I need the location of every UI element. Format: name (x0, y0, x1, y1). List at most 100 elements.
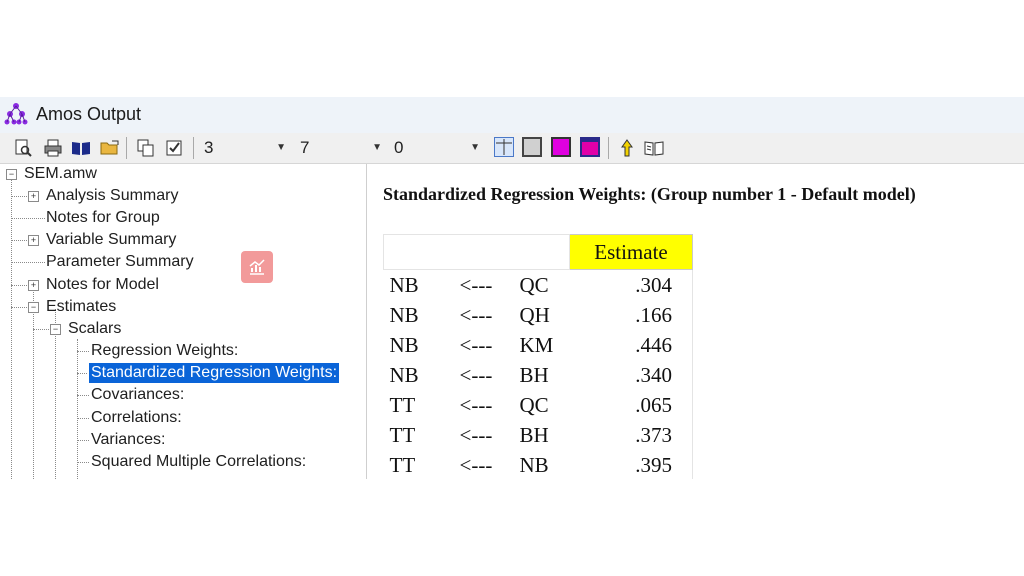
decimals-combo[interactable]: 3 ▼ (196, 136, 292, 160)
tree-connector (77, 462, 89, 463)
checkbox-icon[interactable] (163, 137, 185, 159)
tree-item-covariances[interactable]: Covariances: (91, 385, 184, 405)
row-predictor-variable: QC (519, 392, 549, 417)
print-preview-icon[interactable] (12, 137, 34, 159)
expand-toggle[interactable]: + (28, 191, 39, 202)
table-row: NB <--- BH .340 (384, 360, 693, 390)
toolbar: 3 ▼ 7 ▼ 0 ▼ (0, 133, 1024, 164)
output-pane: Standardized Regression Weights: (Group … (367, 164, 1024, 479)
row-predictor-variable: QH (519, 302, 550, 327)
row-arrow: <--- (459, 452, 493, 477)
open-book-icon[interactable] (70, 137, 92, 159)
row-predictor-variable: BH (519, 422, 549, 447)
color-magenta-button[interactable] (551, 137, 571, 157)
chart-badge-icon (241, 251, 273, 283)
row-predictor-variable: NB (519, 452, 549, 477)
tree-item-analysis-summary[interactable]: Analysis Summary (46, 186, 178, 206)
expand-toggle[interactable]: + (28, 280, 39, 291)
tree-item-standardized-regression-weights[interactable]: Standardized Regression Weights: (87, 362, 341, 384)
row-estimate: .304 (569, 269, 693, 300)
row-dependent-variable: TT (389, 452, 416, 477)
row-dependent-variable: NB (389, 272, 419, 297)
tree-connector (11, 218, 45, 219)
tree-item-variable-summary[interactable]: Variable Summary (46, 230, 176, 250)
row-estimate: .446 (569, 330, 693, 360)
tree-connector (77, 373, 89, 374)
tree-item-correlations[interactable]: Correlations: (91, 408, 182, 428)
title-bar: Amos Output (0, 97, 1024, 133)
regression-weights-table: Estimate NB <--- QC .304 NB <--- QH .166 NB <--- K… (383, 234, 693, 479)
row-dependent-variable: TT (389, 422, 416, 447)
chevron-down-icon[interactable]: ▼ (470, 142, 480, 153)
table-row: NB <--- KM .446 (384, 330, 693, 360)
row-arrow: <--- (459, 362, 493, 387)
expand-toggle[interactable]: + (28, 235, 39, 246)
tree-item-variances[interactable]: Variances: (91, 430, 165, 450)
color-pink-button[interactable] (580, 137, 600, 157)
tree-item-estimates[interactable]: Estimates (46, 297, 116, 317)
open-folder-icon[interactable] (99, 137, 121, 159)
collapse-toggle[interactable]: − (6, 169, 17, 180)
row-arrow: <--- (459, 422, 493, 447)
table-row: NB <--- QH .166 (384, 300, 693, 330)
amos-output-window: Amos Output 3 ▼ 7 ▼ 0 ▼ − + + + − − SEM.… (0, 97, 1024, 479)
tree-item-scalars[interactable]: Scalars (68, 319, 121, 339)
row-estimate: .340 (569, 360, 693, 390)
chevron-down-icon[interactable]: ▼ (372, 142, 382, 153)
table-heading: Standardized Regression Weights: (Group … (383, 184, 916, 204)
tree-connector (77, 418, 89, 419)
table-header-blank (383, 234, 570, 270)
tree-connector (11, 176, 12, 479)
window-title: Amos Output (36, 104, 142, 124)
row-arrow: <--- (459, 332, 493, 357)
grid-lines-toggle[interactable] (494, 137, 514, 157)
collapse-toggle[interactable]: − (28, 302, 39, 313)
tree-connector (77, 339, 78, 479)
row-predictor-variable: BH (519, 362, 549, 387)
table-row: NB <--- QC .304 (384, 269, 693, 300)
border-toggle[interactable] (522, 137, 542, 157)
table-option-combo[interactable]: 0 ▼ (386, 136, 486, 160)
toolbar-separator (608, 137, 609, 159)
row-dependent-variable: NB (389, 362, 419, 387)
tree-item-parameter-summary[interactable]: Parameter Summary (46, 252, 194, 272)
tree-item-notes-for-model[interactable]: Notes for Model (46, 275, 159, 295)
chevron-down-icon[interactable]: ▼ (276, 142, 286, 153)
row-dependent-variable: TT (389, 392, 416, 417)
collapse-toggle[interactable]: − (50, 324, 61, 335)
amos-app-icon (4, 103, 28, 125)
row-arrow: <--- (459, 272, 493, 297)
row-estimate: .166 (569, 300, 693, 330)
tree-item-regression-weights[interactable]: Regression Weights: (91, 341, 238, 361)
table-header-row: Estimate (383, 234, 693, 270)
tree-connector (11, 262, 45, 263)
toolbar-separator (126, 137, 127, 159)
decimals-value: 3 (204, 138, 214, 157)
table-row: TT <--- NB .395 (384, 450, 693, 479)
row-estimate: .395 (569, 450, 693, 479)
row-dependent-variable: NB (389, 302, 419, 327)
row-estimate: .373 (569, 420, 693, 450)
table-option-value: 0 (394, 138, 404, 157)
estimate-column-header: Estimate (569, 234, 693, 270)
row-estimate: .065 (569, 390, 693, 420)
print-icon[interactable] (42, 137, 64, 159)
tree-item-notes-for-group[interactable]: Notes for Group (46, 208, 160, 228)
column-width-combo[interactable]: 7 ▼ (292, 136, 388, 160)
row-predictor-variable: KM (519, 332, 554, 357)
tree-connector (77, 440, 89, 441)
copy-icon[interactable] (135, 137, 157, 159)
row-arrow: <--- (459, 302, 493, 327)
help-book-icon[interactable] (643, 137, 665, 159)
row-dependent-variable: NB (389, 332, 419, 357)
row-arrow: <--- (459, 392, 493, 417)
table-row: TT <--- BH .373 (384, 420, 693, 450)
up-arrow-icon[interactable] (616, 137, 638, 159)
navigation-tree: − + + + − − SEM.amw Analysis Summary Not… (0, 164, 367, 479)
row-predictor-variable: QC (519, 272, 549, 297)
tree-item-squared-multiple-correlations[interactable]: Squared Multiple Correlations: (91, 452, 306, 472)
table-row: TT <--- QC .065 (384, 390, 693, 420)
toolbar-separator (193, 137, 194, 159)
tree-root-sem[interactable]: SEM.amw (24, 164, 97, 184)
tree-connector (77, 351, 89, 352)
